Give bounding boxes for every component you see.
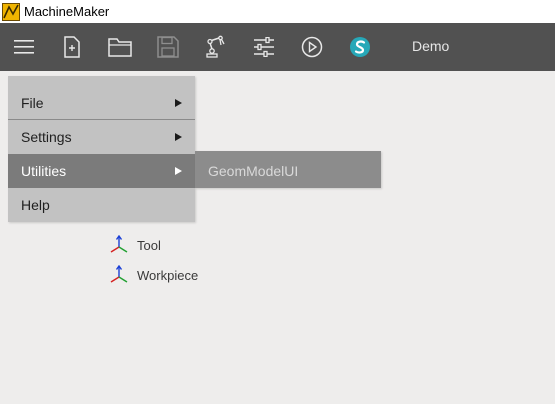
- hamburger-menu-button[interactable]: [4, 23, 44, 71]
- project-name: Demo: [412, 38, 450, 54]
- tree-item-tool[interactable]: Tool: [108, 235, 161, 255]
- save-icon: [157, 36, 179, 58]
- play-icon: [301, 36, 323, 58]
- menu-item-label: File: [21, 94, 44, 111]
- tree-item-label: Tool: [137, 237, 161, 253]
- window-title: MachineMaker: [24, 4, 110, 19]
- submenu-item-geommodelui[interactable]: GeomModelUI: [208, 163, 298, 179]
- app-icon: [2, 3, 20, 21]
- menu-item-label: Settings: [21, 129, 72, 145]
- new-file-icon: [64, 36, 80, 58]
- coordinate-frame-icon: [110, 265, 128, 283]
- submenu-arrow-icon: [175, 98, 182, 107]
- title-bar: MachineMaker: [0, 0, 555, 23]
- menu-item-settings[interactable]: Settings: [8, 120, 195, 154]
- settings-sliders-button[interactable]: [244, 23, 284, 71]
- open-folder-icon: [108, 38, 132, 57]
- menu-item-file[interactable]: File: [8, 76, 195, 120]
- menu-item-utilities[interactable]: Utilities: [8, 154, 195, 188]
- utilities-submenu: GeomModelUI: [195, 151, 381, 188]
- app-logo-button[interactable]: [340, 23, 380, 71]
- main-menu-dropdown: File Settings Utilities Help: [8, 76, 195, 222]
- menu-item-label: Help: [21, 197, 50, 213]
- robot-arm-icon: [206, 35, 225, 58]
- sliders-icon: [254, 37, 274, 57]
- menu-item-help[interactable]: Help: [8, 188, 195, 222]
- run-button[interactable]: [292, 23, 332, 71]
- save-button[interactable]: [148, 23, 188, 71]
- main-toolbar: Demo: [0, 23, 555, 71]
- submenu-arrow-icon: [175, 133, 182, 141]
- submenu-arrow-icon: [175, 167, 182, 175]
- menu-item-label: Utilities: [21, 163, 67, 179]
- tree-item-workpiece[interactable]: Workpiece: [108, 265, 198, 285]
- app-logo-icon: [350, 37, 370, 57]
- open-folder-button[interactable]: [100, 23, 140, 71]
- robot-button[interactable]: [196, 23, 236, 71]
- hamburger-menu-icon: [14, 40, 34, 54]
- tree-item-label: Workpiece: [137, 267, 199, 283]
- coordinate-frame-icon: [110, 235, 128, 253]
- new-file-button[interactable]: [52, 23, 92, 71]
